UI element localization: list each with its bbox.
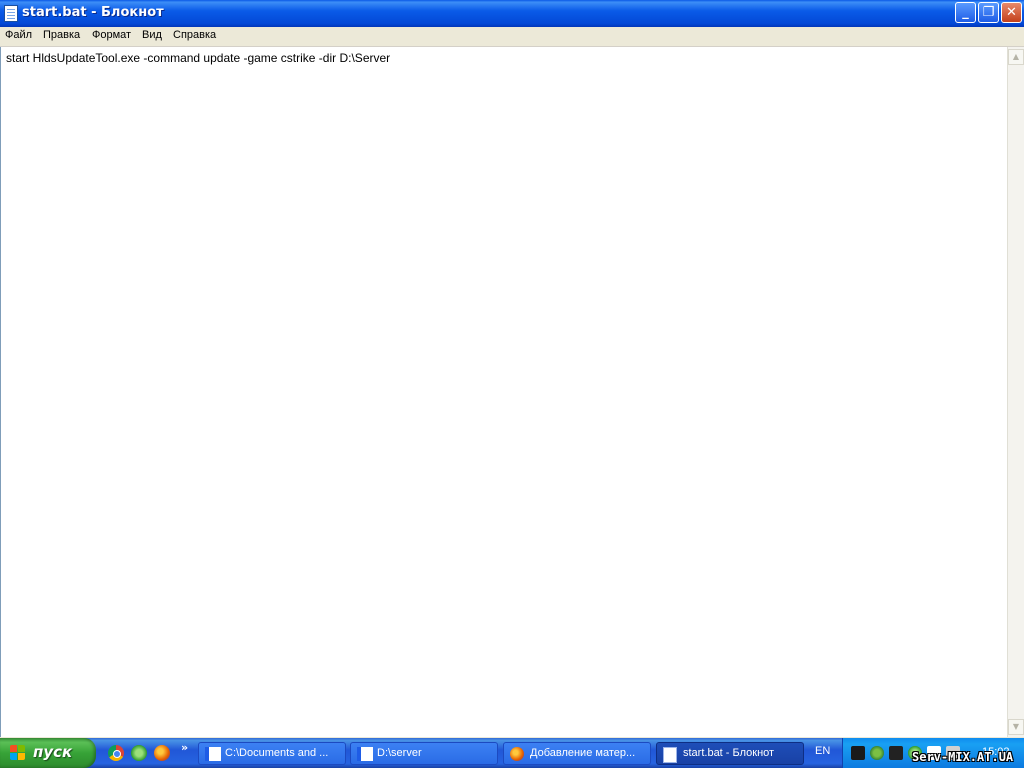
antivirus-icon[interactable] xyxy=(870,746,884,760)
restore-icon: ❐ xyxy=(982,5,995,20)
display-icon[interactable] xyxy=(889,746,903,760)
minimize-button[interactable]: _ xyxy=(955,2,976,23)
menu-bar: Файл Правка Формат Вид Справка xyxy=(0,27,1024,47)
editor-content[interactable]: start HldsUpdateTool.exe -command update… xyxy=(6,51,390,65)
task-label: start.bat - Блокнот xyxy=(683,747,775,759)
task-label: D:\server xyxy=(377,747,422,759)
scroll-up-button[interactable]: ▲ xyxy=(1008,49,1024,65)
network-icon[interactable] xyxy=(851,746,865,760)
vertical-scrollbar[interactable]: ▲ ▼ xyxy=(1007,47,1024,737)
menu-file[interactable]: Файл xyxy=(5,29,32,41)
menu-view[interactable]: Вид xyxy=(142,29,162,41)
task-button-notepad[interactable]: start.bat - Блокнот xyxy=(656,742,804,765)
menu-help[interactable]: Справка xyxy=(173,29,216,41)
task-button-firefox[interactable]: Добавление матер... xyxy=(503,742,651,765)
close-button[interactable]: ✕ xyxy=(1001,2,1022,23)
recycle-icon[interactable] xyxy=(131,745,147,761)
firefox-icon xyxy=(510,747,524,761)
text-editor[interactable]: start HldsUpdateTool.exe -command update… xyxy=(0,47,1007,737)
window-titlebar[interactable]: start.bat - Блокнот _ ❐ ✕ xyxy=(0,0,1024,27)
firefox-icon[interactable] xyxy=(154,745,170,761)
notepad-icon[interactable] xyxy=(4,5,18,22)
menu-edit[interactable]: Правка xyxy=(43,29,80,41)
language-indicator[interactable]: EN xyxy=(815,745,830,757)
menu-format[interactable]: Формат xyxy=(92,29,131,41)
watermark: Serv-MIX.AT.UA xyxy=(912,750,1014,764)
close-icon: ✕ xyxy=(1006,5,1017,20)
quicklaunch-more-icon[interactable]: » xyxy=(181,741,188,754)
windows-logo-icon xyxy=(10,745,26,761)
task-button-documents[interactable]: C:\Documents and ... xyxy=(198,742,346,765)
arrow-down-icon: ▼ xyxy=(1012,722,1020,731)
scroll-down-button[interactable]: ▼ xyxy=(1008,719,1024,735)
task-button-server[interactable]: D:\server xyxy=(350,742,498,765)
start-label: пуск xyxy=(33,743,73,761)
chrome-icon[interactable] xyxy=(108,745,124,761)
folder-icon xyxy=(357,747,373,761)
window-title: start.bat - Блокнот xyxy=(22,5,164,20)
start-button[interactable]: пуск xyxy=(0,738,96,768)
arrow-up-icon: ▲ xyxy=(1012,52,1020,61)
task-label: C:\Documents and ... xyxy=(225,747,329,759)
task-label: Добавление матер... xyxy=(530,747,636,759)
folder-icon xyxy=(205,747,221,761)
notepad-icon xyxy=(663,747,677,763)
minimize-icon: _ xyxy=(962,5,969,20)
restore-button[interactable]: ❐ xyxy=(978,2,999,23)
